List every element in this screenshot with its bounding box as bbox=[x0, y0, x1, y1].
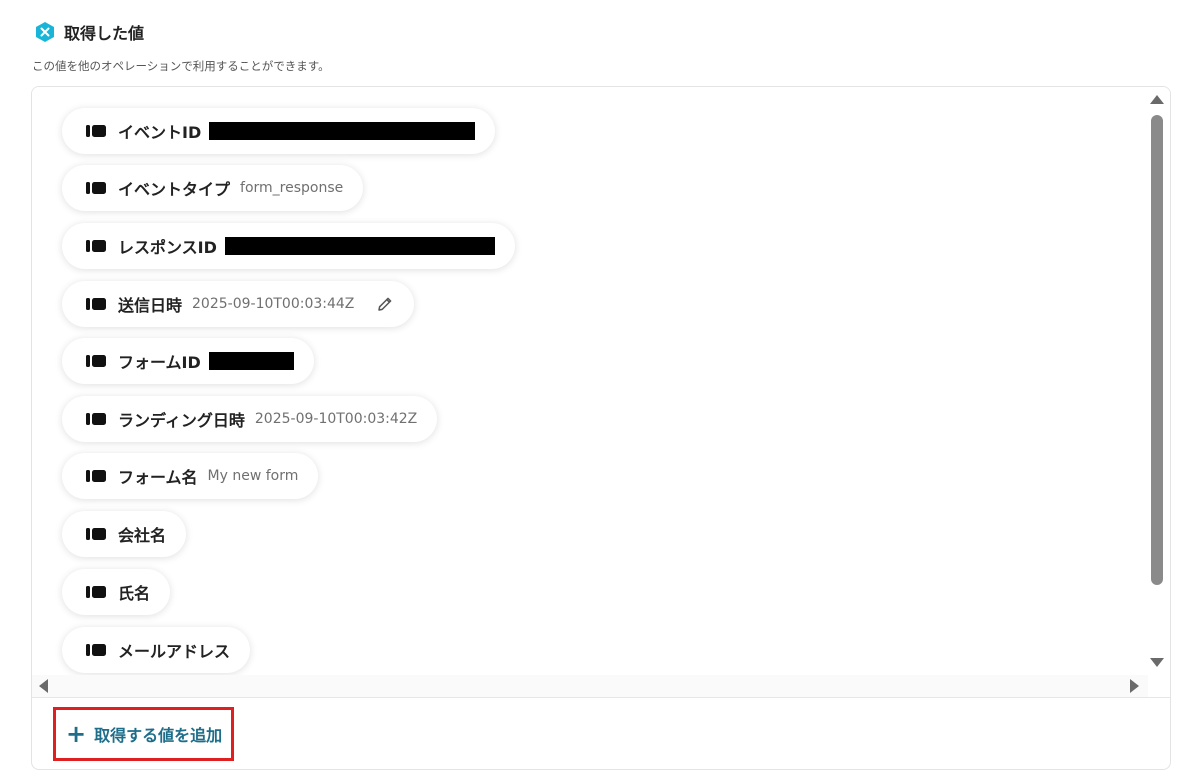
chip-value: form_response bbox=[240, 180, 344, 196]
chip-label: 送信日時 bbox=[118, 296, 183, 315]
value-chip-submitted-at[interactable]: 送信日時 2025-09-10T00:03:44Z bbox=[62, 281, 415, 327]
variable-icon bbox=[86, 354, 108, 368]
variable-icon bbox=[86, 469, 108, 483]
value-chip-form-id[interactable]: フォームID bbox=[62, 338, 314, 384]
section-header: 取得した値 bbox=[34, 20, 144, 44]
x-hexagon-icon bbox=[34, 21, 56, 43]
chip-label: メールアドレス bbox=[118, 642, 231, 661]
chip-label: ランディング日時 bbox=[118, 411, 245, 430]
chip-value: 2025-09-10T00:03:44Z bbox=[192, 296, 355, 312]
section-description: この値を他のオペレーションで利用することができます。 bbox=[32, 59, 330, 73]
chip-label: 会社名 bbox=[118, 526, 167, 545]
variable-icon bbox=[86, 412, 108, 426]
value-chip-landed-at[interactable]: ランディング日時 2025-09-10T00:03:42Z bbox=[62, 396, 438, 442]
variable-icon bbox=[86, 124, 108, 138]
chip-label: フォーム名 bbox=[118, 468, 198, 487]
plus-icon: + bbox=[66, 720, 87, 748]
add-value-label: 取得する値を追加 bbox=[94, 726, 223, 745]
chip-value: 2025-09-10T00:03:42Z bbox=[254, 411, 418, 427]
value-chip-event-id[interactable]: イベントID bbox=[62, 108, 496, 154]
value-chip-form-name[interactable]: フォーム名 My new form bbox=[62, 453, 319, 499]
value-chip-event-type[interactable]: イベントタイプ form_response bbox=[62, 165, 364, 211]
scroll-right-arrow-icon[interactable] bbox=[1130, 679, 1139, 693]
horizontal-scrollbar[interactable] bbox=[32, 675, 1148, 697]
scroll-left-arrow-icon[interactable] bbox=[39, 679, 48, 693]
values-list: イベントID イベントタイプ form_response レスポンスID 送信日… bbox=[32, 87, 1148, 675]
chip-value: My new form bbox=[207, 468, 299, 484]
redacted-value bbox=[208, 352, 294, 370]
values-panel: イベントID イベントタイプ form_response レスポンスID 送信日… bbox=[31, 86, 1171, 770]
edit-pencil-icon[interactable] bbox=[376, 295, 394, 313]
variable-icon bbox=[86, 239, 108, 253]
variable-icon bbox=[86, 643, 108, 657]
redacted-value bbox=[224, 237, 495, 255]
variable-icon bbox=[86, 527, 108, 541]
vertical-scrollbar[interactable] bbox=[1146, 87, 1170, 675]
scrollbar-thumb[interactable] bbox=[1151, 115, 1163, 585]
scroll-up-arrow-icon[interactable] bbox=[1150, 95, 1164, 104]
chip-label: レスポンスID bbox=[118, 238, 217, 257]
section-title: 取得した値 bbox=[64, 24, 145, 43]
variable-icon bbox=[86, 181, 108, 195]
variable-icon bbox=[86, 297, 108, 311]
chip-label: 氏名 bbox=[118, 584, 151, 603]
scroll-down-arrow-icon[interactable] bbox=[1150, 658, 1164, 667]
value-chip-email[interactable]: メールアドレス bbox=[62, 627, 251, 673]
add-value-button[interactable]: + 取得する値を追加 bbox=[53, 707, 234, 761]
chip-label: イベントタイプ bbox=[118, 180, 231, 199]
chip-label: フォームID bbox=[118, 353, 201, 372]
variable-icon bbox=[86, 585, 108, 599]
value-chip-response-id[interactable]: レスポンスID bbox=[62, 223, 515, 269]
value-chip-company[interactable]: 会社名 bbox=[62, 511, 187, 557]
value-chip-name[interactable]: 氏名 bbox=[62, 569, 171, 615]
divider bbox=[32, 697, 1170, 698]
redacted-value bbox=[209, 122, 476, 140]
chip-label: イベントID bbox=[118, 123, 202, 142]
